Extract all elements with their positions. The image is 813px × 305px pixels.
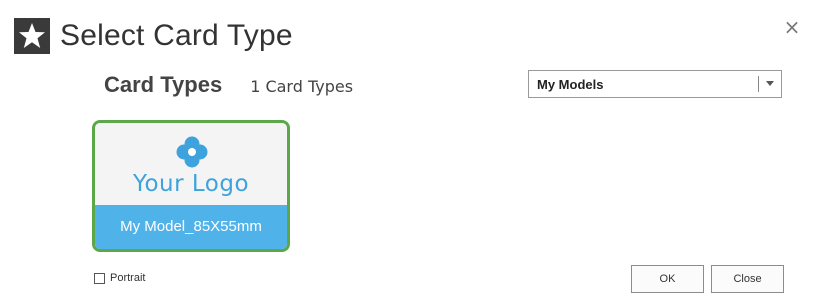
clover-icon: [175, 135, 209, 173]
ok-button[interactable]: OK: [631, 265, 704, 293]
card-logo-area: Your Logo: [95, 123, 287, 205]
logo-placeholder-text: Your Logo: [132, 171, 250, 197]
card-types-count: 1 Card Types: [250, 77, 354, 96]
card-type-tile[interactable]: Your Logo My Model_85X55mm: [92, 120, 290, 252]
portrait-checkbox[interactable]: [94, 272, 105, 284]
portrait-option[interactable]: Portrait: [94, 272, 145, 284]
select-card-type-dialog: Select Card Type × Card Types 1 Card Typ…: [0, 0, 813, 305]
card-type-label: My Model_85X55mm: [95, 205, 287, 249]
dialog-title: Select Card Type: [60, 19, 293, 52]
close-button[interactable]: Close: [711, 265, 784, 293]
model-filter-value: My Models: [537, 76, 604, 92]
chevron-down-icon[interactable]: [763, 81, 777, 87]
dropdown-separator: [758, 76, 759, 92]
star-icon: [14, 18, 50, 54]
card-types-header: Card Types 1 Card Types: [104, 72, 353, 102]
close-icon[interactable]: ×: [781, 16, 803, 38]
portrait-label: Portrait: [110, 272, 146, 284]
model-filter-dropdown[interactable]: My Models: [528, 70, 782, 98]
card-types-heading: Card Types: [104, 72, 223, 97]
title-bar: Select Card Type: [14, 16, 293, 56]
